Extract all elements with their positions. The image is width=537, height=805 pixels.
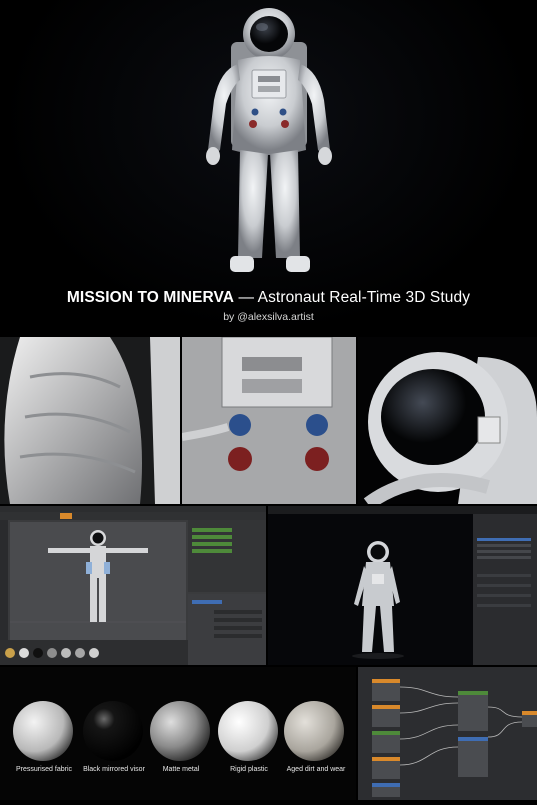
toolbar	[0, 512, 266, 520]
sleeve-closeup	[0, 337, 180, 504]
material-spheres	[13, 701, 344, 761]
material-label-1: Pressurised fabric	[15, 766, 73, 773]
material-label-5: Aged dirt and wear	[286, 766, 346, 773]
left-toolbar	[0, 520, 8, 640]
sphere-matte-metal	[150, 701, 210, 761]
cinema4d-viewport-screenshot	[0, 506, 266, 665]
3d-viewport	[10, 522, 186, 640]
helmet-closeup-image	[358, 337, 537, 504]
sphere-aged-dirt-and-wear	[284, 701, 344, 761]
render-settings-panel	[473, 514, 537, 665]
hero-render: MISSION TO MINERVA — Astronaut Real-Time…	[0, 0, 537, 335]
sphere-rigid-plastic	[218, 701, 278, 761]
render-menu-bar	[268, 506, 537, 514]
sleeve-closeup-image	[0, 337, 180, 504]
node-graph-canvas	[358, 667, 537, 800]
object-manager	[188, 520, 266, 592]
hero-title-bold: MISSION TO MINERVA	[66, 289, 235, 306]
chest-control-box-closeup	[182, 337, 356, 504]
material-swatches	[5, 648, 99, 658]
material-sphere-row	[0, 667, 356, 800]
helmet-visor-closeup	[358, 337, 537, 504]
material-label-3: Matte metal	[162, 766, 200, 773]
sphere-black-mirrored-visor	[83, 701, 143, 761]
render-astronaut	[352, 541, 404, 659]
sphere-pressurised-fabric	[13, 701, 73, 761]
chest-closeup-image	[182, 337, 356, 504]
renderer-screenshot	[268, 506, 537, 665]
attribute-manager	[188, 594, 266, 665]
mode-button	[60, 513, 72, 519]
hero-title: MISSION TO MINERVA — Astronaut Real-Time…	[0, 289, 537, 307]
material-manager	[0, 640, 188, 665]
render-viewport	[268, 514, 473, 665]
hero-byline: by @alexsilva.artist	[223, 311, 314, 323]
hero-title-rest: — Astronaut Real-Time 3D Study	[234, 289, 471, 306]
material-label-2: Black mirrored visor	[83, 766, 145, 773]
material-label-4: Rigid plastic	[230, 766, 268, 773]
astronaut-hero-figure	[206, 8, 332, 272]
shader-node-graph	[358, 667, 537, 800]
